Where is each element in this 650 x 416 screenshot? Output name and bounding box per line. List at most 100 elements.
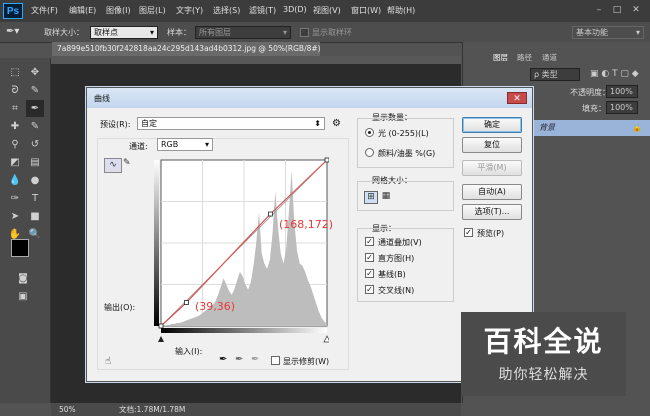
path-select-tool-icon[interactable]: ➤: [6, 208, 24, 225]
close-icon[interactable]: ✕: [507, 92, 527, 104]
output-gradient-bar: [154, 160, 159, 326]
black-point-slider[interactable]: [158, 336, 164, 342]
show-ring-checkbox[interactable]: [300, 28, 309, 37]
baseline-label: 基线(B): [378, 270, 406, 279]
stamp-tool-icon[interactable]: ⚲: [6, 136, 24, 153]
minimize-icon[interactable]: –: [592, 4, 606, 16]
light-radio[interactable]: [365, 128, 374, 137]
display-amount-group: [357, 118, 454, 168]
channel-overlay-label: 通道叠加(V): [378, 238, 422, 247]
pigment-radio[interactable]: [365, 148, 374, 157]
chevron-down-icon: ▾: [282, 28, 287, 37]
smooth-button[interactable]: 平滑(M): [462, 160, 522, 176]
curve-control-point[interactable]: [158, 323, 164, 329]
eyedropper-tool-icon[interactable]: ✒: [26, 100, 44, 117]
dialog-titlebar[interactable]: 曲线 ✕: [87, 88, 532, 108]
tab-paths[interactable]: 路径: [514, 52, 535, 64]
menu-view[interactable]: 视图(V): [313, 5, 341, 16]
tab-channels[interactable]: 通道: [539, 52, 560, 64]
baseline-checkbox[interactable]: ✓: [365, 269, 374, 278]
menu-window[interactable]: 窗口(W): [351, 5, 381, 16]
foreground-color-swatch[interactable]: [11, 239, 29, 257]
preset-select[interactable]: 自定 ⬍: [137, 117, 325, 130]
pen-tool-icon[interactable]: ✑: [6, 190, 24, 207]
document-tab-title: 7a899e510fb30f242818aa24c295d143ad4b0312…: [57, 44, 320, 53]
curve-point-tool-icon[interactable]: ∿: [104, 158, 122, 173]
curve-control-point[interactable]: [267, 211, 273, 217]
black-eyedropper-icon[interactable]: ✒: [219, 354, 227, 365]
screen-mode-icon[interactable]: ▣: [14, 288, 32, 305]
shape-tool-icon[interactable]: ■: [26, 208, 44, 225]
pencil-tool-icon[interactable]: ✎: [123, 158, 135, 171]
layer-row-background[interactable]: 背景 🔒: [529, 120, 650, 136]
maximize-icon[interactable]: □: [610, 4, 624, 16]
menu-select[interactable]: 选择(S): [213, 5, 240, 16]
layer-kind-value: ρ 类型: [534, 70, 558, 79]
auto-button[interactable]: 自动(A): [462, 184, 522, 200]
menu-layer[interactable]: 图层(L): [139, 5, 166, 16]
lasso-tool-icon[interactable]: ᘐ: [6, 82, 24, 99]
channel-select[interactable]: RGB ▾: [157, 138, 213, 151]
curve-control-point[interactable]: [183, 300, 189, 305]
history-brush-icon[interactable]: ↺: [26, 136, 44, 153]
simple-grid-icon[interactable]: ⊞: [364, 191, 378, 204]
detailed-grid-icon[interactable]: ▦: [380, 191, 392, 202]
fill-input[interactable]: 100%: [606, 101, 638, 114]
move-tool-icon[interactable]: ✥: [26, 64, 44, 81]
workspace-select[interactable]: 基本功能 ▾: [572, 26, 644, 39]
fill-value: 100%: [610, 103, 633, 112]
marquee-tool-icon[interactable]: ⬚: [6, 64, 24, 81]
on-image-adjust-icon[interactable]: ☝: [105, 356, 111, 367]
curves-graph[interactable]: [153, 157, 329, 347]
sample-size-label: 取样大小：: [44, 28, 84, 37]
sample-select[interactable]: 所有图层 ▾: [195, 26, 291, 39]
healing-brush-icon[interactable]: ✚: [6, 118, 24, 135]
menu-edit[interactable]: 编辑(E): [69, 5, 96, 16]
layer-kind-filter[interactable]: ρ 类型: [530, 68, 580, 81]
brush-tool-icon[interactable]: ✎: [26, 118, 44, 135]
reset-button[interactable]: 复位: [462, 137, 522, 153]
dodge-tool-icon[interactable]: ●: [26, 172, 44, 189]
gradient-tool-icon[interactable]: ▤: [26, 154, 44, 171]
show-clipping-checkbox[interactable]: [271, 356, 280, 365]
zoom-level[interactable]: 50%: [59, 403, 76, 416]
menu-bar: Ps 文件(F) 编辑(E) 图像(I) 图层(L) 文字(Y) 选择(S) 滤…: [0, 0, 650, 22]
watermark: 百科全说 助你轻松解决: [461, 312, 626, 396]
histogram-label: 直方图(H): [378, 254, 415, 263]
sample-size-select[interactable]: 取样点 ▾: [90, 26, 158, 39]
menu-help[interactable]: 帮助(H): [387, 5, 415, 16]
histogram-checkbox[interactable]: ✓: [365, 253, 374, 262]
quick-mask-icon[interactable]: ◙: [14, 270, 32, 287]
document-tab[interactable]: 7a899e510fb30f242818aa24c295d143ad4b0312…: [52, 42, 320, 56]
menu-file[interactable]: 文件(F): [31, 5, 58, 16]
curve-control-point[interactable]: [324, 157, 329, 163]
quick-select-tool-icon[interactable]: ✎: [26, 82, 44, 99]
gray-eyedropper-icon[interactable]: ✒: [235, 354, 243, 365]
crop-tool-icon[interactable]: ⌗: [6, 100, 24, 117]
preview-checkbox[interactable]: ✓: [464, 228, 473, 237]
ok-button[interactable]: 确定: [462, 117, 522, 133]
opacity-input[interactable]: 100%: [606, 85, 638, 98]
white-point-slider[interactable]: [323, 335, 329, 343]
document-info[interactable]: 文档:1.78M/1.78M: [119, 403, 185, 416]
intersection-line-checkbox[interactable]: ✓: [365, 285, 374, 294]
menu-filter[interactable]: 滤镜(T): [249, 5, 276, 16]
annotation-lower-point: (39,36): [195, 300, 236, 313]
menu-image[interactable]: 图像(I): [106, 5, 131, 16]
channel-overlay-checkbox[interactable]: ✓: [365, 237, 374, 246]
menu-3d[interactable]: 3D(D): [283, 5, 307, 14]
chevron-down-icon: ▾: [204, 140, 209, 149]
blur-tool-icon[interactable]: 💧: [6, 172, 24, 189]
type-tool-icon[interactable]: T: [26, 190, 44, 207]
filter-icons[interactable]: ▣ ◐ T ▢ ◆: [590, 69, 639, 79]
preset-options-gear-icon[interactable]: ⚙: [332, 118, 341, 129]
eraser-tool-icon[interactable]: ◩: [6, 154, 24, 171]
watermark-subtitle: 助你轻松解决: [498, 367, 589, 383]
close-icon[interactable]: ✕: [629, 4, 643, 16]
options-button[interactable]: 选项(T)...: [462, 204, 522, 220]
eyedropper-tool-icon[interactable]: ✒▾: [6, 25, 28, 39]
tab-layers[interactable]: 图层: [490, 52, 511, 64]
white-eyedropper-icon[interactable]: ✒: [251, 354, 259, 365]
menu-type[interactable]: 文字(Y): [176, 5, 203, 16]
sample-label: 样本：: [167, 28, 191, 37]
